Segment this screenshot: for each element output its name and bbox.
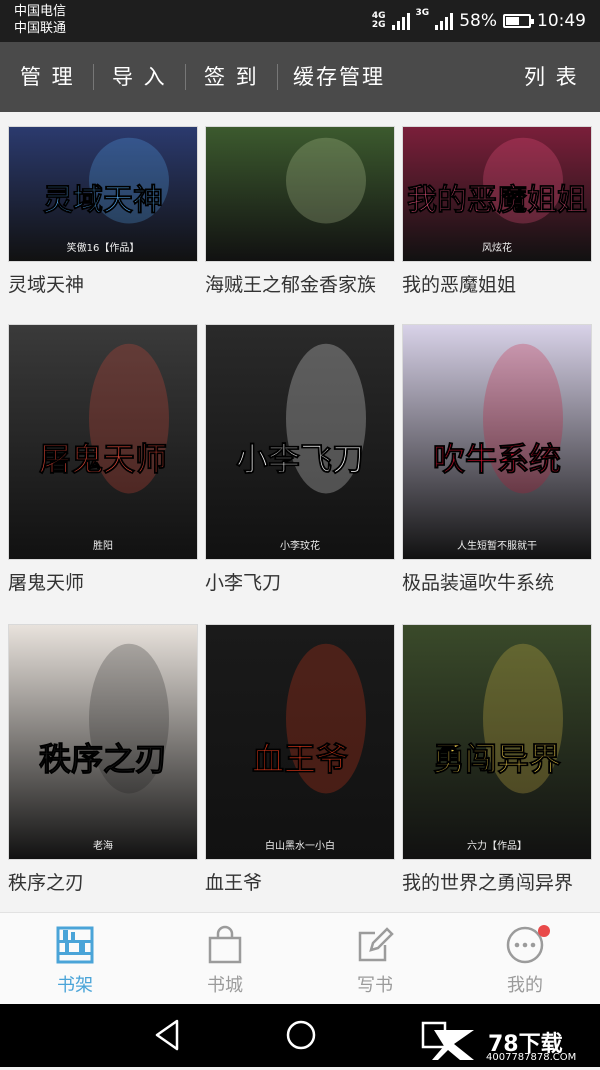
tab-store[interactable]: 书城 xyxy=(150,913,300,1005)
book-cover-art: 我的恶魔姐姐风炫花 xyxy=(403,127,591,261)
clock: 10:49 xyxy=(537,11,586,31)
carrier-2: 中国联通 xyxy=(14,21,67,36)
book-title: 海贼王之郁金香家族 xyxy=(205,274,377,296)
tab-write-label: 写书 xyxy=(357,975,393,996)
status-bar: 中国电信 中国联通 4G 2G 3G 58% 10:49 xyxy=(0,0,600,42)
book-cover-art: 小李飞刀小李玟花 xyxy=(206,325,394,559)
book-cover-art xyxy=(206,127,394,261)
tab-bookshelf-label: 书架 xyxy=(57,975,93,996)
top-toolbar: 管 理 导 入 签 到 缓存管理 列 表 xyxy=(0,42,600,112)
book-title: 灵域天神 xyxy=(8,274,85,296)
cover-title-text: 我的恶魔姐姐 xyxy=(407,183,587,218)
book-cover[interactable]: 屠鬼天师 胜阳 xyxy=(8,324,198,560)
bookshelf-icon xyxy=(56,926,94,964)
carrier-1: 中国电信 xyxy=(14,4,67,19)
book-title: 血王爷 xyxy=(205,872,263,894)
book-item[interactable]: 小李飞刀 小李玟花 小李飞刀 xyxy=(205,324,395,595)
cache-manage-button[interactable]: 缓存管理 xyxy=(293,42,385,112)
signal-icon-1 xyxy=(391,12,410,30)
book-title: 我的恶魔姐姐 xyxy=(402,274,517,296)
tab-mine-label: 我的 xyxy=(507,975,543,996)
home-icon[interactable] xyxy=(284,1018,318,1052)
book-title: 屠鬼天师 xyxy=(8,572,85,594)
back-icon[interactable] xyxy=(153,1018,183,1052)
book-item[interactable]: 屠鬼天师 胜阳 屠鬼天师 xyxy=(8,324,198,595)
book-cover[interactable]: 血王爷白山黑水一小白 xyxy=(205,624,395,860)
cover-author-text: 胜阳 xyxy=(93,540,113,552)
toolbar-divider xyxy=(277,64,278,90)
cover-author-text: 六力【作品】 xyxy=(467,839,527,852)
cover-author-text: 风炫花 xyxy=(482,241,512,254)
bookshelf-grid: 灵域天神 笑傲16【作品】 灵域天神 海贼王之郁金香家族 我的恶魔姐姐 风炫花 我的恶魔姐姐… xyxy=(0,112,600,912)
network-2g: 2G xyxy=(371,20,386,30)
watermark-logo-icon xyxy=(432,1030,474,1060)
cover-author-text: 白山黑水一小白 xyxy=(265,839,335,852)
book-item[interactable]: 吹牛系统人生短暂不服就干极品装逼吹牛系统 xyxy=(402,324,592,595)
watermark: 78下载 4007787878.COM xyxy=(430,1022,590,1066)
import-button[interactable]: 导 入 xyxy=(112,42,167,112)
watermark-url: 4007787878.COM xyxy=(486,1052,577,1063)
book-cover[interactable]: 秩序之刃 老海 xyxy=(8,624,198,860)
book-cover[interactable]: 我的恶魔姐姐 风炫花 xyxy=(402,126,592,262)
toolbar-divider xyxy=(93,64,94,90)
book-cover-art: 屠鬼天师胜阳 xyxy=(9,325,197,559)
cover-title-text: 秩序之刃 xyxy=(39,740,167,778)
book-cover[interactable]: 勇闯异界六力【作品】 xyxy=(402,624,592,860)
book-item[interactable]: 秩序之刃 老海 秩序之刃 xyxy=(8,624,198,895)
cover-author-text: 老海 xyxy=(93,839,113,852)
list-view-button[interactable]: 列 表 xyxy=(524,42,579,112)
book-cover[interactable] xyxy=(205,126,395,262)
toolbar-divider xyxy=(185,64,186,90)
cover-title-text: 屠鬼天师 xyxy=(39,440,167,478)
book-title: 极品装逼吹牛系统 xyxy=(402,572,555,594)
checkin-button[interactable]: 签 到 xyxy=(204,42,259,112)
carrier-info: 中国电信 中国联通 xyxy=(14,3,66,37)
cover-title-text: 灵域天神 xyxy=(43,183,163,218)
book-cover[interactable]: 小李飞刀 小李玟花 xyxy=(205,324,395,560)
book-cover-art: 吹牛系统人生短暂不服就干 xyxy=(403,325,591,559)
book-cover-art: 秩序之刃老海 xyxy=(9,625,197,859)
cover-title-text: 吹牛系统 xyxy=(433,440,561,478)
cover-author-text: 人生短暂不服就干 xyxy=(457,539,537,552)
book-cover-art: 灵域天神笑傲16【作品】 xyxy=(9,127,197,261)
cover-author-text: 小李玟花 xyxy=(280,539,320,552)
tab-store-label: 书城 xyxy=(207,975,243,996)
book-cover-art: 勇闯异界六力【作品】 xyxy=(403,625,591,859)
manage-button[interactable]: 管 理 xyxy=(20,42,75,112)
book-item[interactable]: 灵域天神 笑傲16【作品】 灵域天神 xyxy=(8,126,198,297)
network-type-4g-2g: 4G 2G xyxy=(372,12,386,30)
cover-author-text: 笑傲16【作品】 xyxy=(67,241,140,254)
tab-mine[interactable]: 我的 xyxy=(450,913,600,1005)
book-title: 我的世界之勇闯异界 xyxy=(402,872,574,894)
cover-title-text: 勇闯异界 xyxy=(433,740,561,778)
book-item[interactable]: 海贼王之郁金香家族 xyxy=(205,126,395,297)
book-item[interactable]: 勇闯异界六力【作品】我的世界之勇闯异界 xyxy=(402,624,592,895)
book-item[interactable]: 血王爷 白山黑水一小白 血王爷 xyxy=(205,624,395,895)
book-cover-art: 血王爷白山黑水一小白 xyxy=(206,625,394,859)
cover-title-text: 小李飞刀 xyxy=(236,440,364,478)
notification-badge xyxy=(538,925,550,937)
cover-title-text: 血王爷 xyxy=(252,740,348,778)
battery-icon xyxy=(503,14,534,28)
tab-write[interactable]: 写书 xyxy=(300,913,450,1005)
signal-icon-2 xyxy=(435,12,454,30)
status-indicators: 4G 2G 3G 58% 10:49 xyxy=(372,0,586,42)
battery-percent: 58% xyxy=(459,11,497,31)
edit-icon xyxy=(358,927,394,962)
book-title: 小李飞刀 xyxy=(205,572,282,594)
book-item[interactable]: 我的恶魔姐姐 风炫花 我的恶魔姐姐 xyxy=(402,126,592,297)
shopping-bag-icon xyxy=(208,925,242,964)
tab-bookshelf[interactable]: 书架 xyxy=(0,913,150,1005)
bottom-nav: 书架 书城 写书 我的 xyxy=(0,912,600,1005)
book-cover[interactable]: 吹牛系统人生短暂不服就干 xyxy=(402,324,592,560)
book-title: 秩序之刃 xyxy=(8,872,85,894)
network-3g: 3G xyxy=(415,8,430,18)
book-cover[interactable]: 灵域天神笑傲16【作品】 xyxy=(8,126,198,262)
